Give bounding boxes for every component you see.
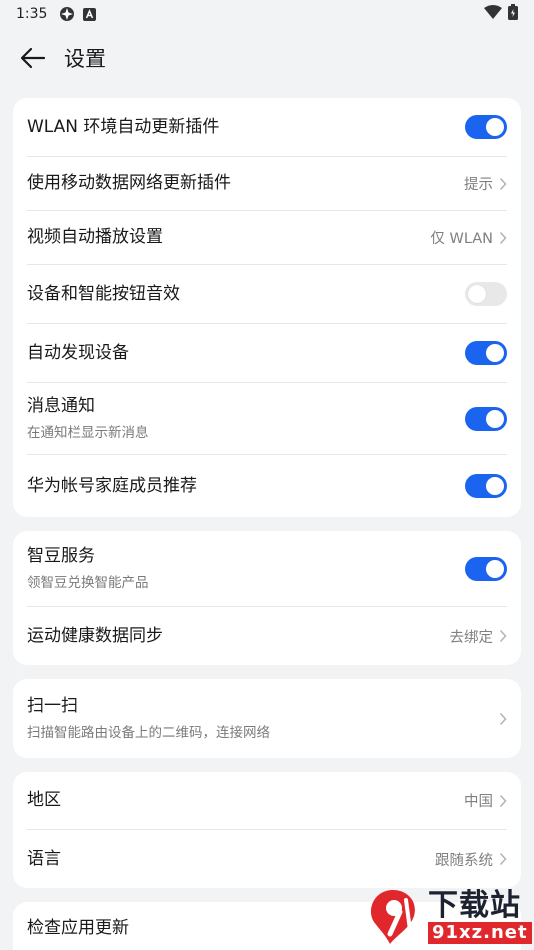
battery-icon [508, 4, 518, 24]
font-notification-icon [83, 7, 97, 21]
back-button[interactable] [20, 38, 60, 78]
chevron-right-icon [499, 852, 507, 866]
row-button-sound[interactable]: 设备和智能按钮音效 [27, 265, 507, 324]
row-scan[interactable]: 扫一扫 扫描智能路由设备上的二维码，连接网络 [27, 679, 507, 758]
status-bar: 1:35 [0, 0, 534, 28]
wlan-auto-update-toggle[interactable] [465, 115, 507, 139]
settings-card-general: WLAN 环境自动更新插件 使用移动数据网络更新插件 提示 视频自动播放设置 仅… [13, 98, 521, 517]
header: 设置 [0, 28, 534, 88]
row-label: 视频自动播放设置 [27, 227, 163, 248]
chevron-right-icon [499, 794, 507, 807]
row-label: 消息通知 [27, 395, 95, 416]
row-label: 运动健康数据同步 [27, 625, 163, 646]
auto-discover-toggle[interactable] [465, 341, 507, 365]
button-sound-toggle[interactable] [465, 282, 507, 306]
zhidou-toggle[interactable] [465, 556, 507, 581]
row-family-recommend[interactable]: 华为帐号家庭成员推荐 [27, 455, 507, 517]
row-health-sync[interactable]: 运动健康数据同步 去绑定 [27, 607, 507, 665]
status-time: 1:35 [16, 6, 48, 22]
settings-card-scan: 扫一扫 扫描智能路由设备上的二维码，连接网络 [13, 679, 521, 758]
settings-card-region: 地区 中国 语言 跟随系统 [13, 772, 521, 888]
row-value: 仅 WLAN [430, 231, 493, 247]
chevron-right-icon [499, 177, 507, 190]
row-value: 跟随系统 [435, 852, 493, 869]
row-subtitle: 在通知栏显示新消息 [27, 425, 149, 442]
row-label: 设备和智能按钮音效 [27, 283, 180, 304]
row-label: 语言 [27, 848, 61, 869]
row-region[interactable]: 地区 中国 [27, 772, 507, 830]
row-label: 华为帐号家庭成员推荐 [27, 475, 197, 496]
row-subtitle: 领智豆兑换智能产品 [27, 575, 149, 592]
chevron-right-icon [499, 231, 507, 244]
notification-toggle[interactable] [465, 406, 507, 431]
row-subtitle: 扫描智能路由设备上的二维码，连接网络 [27, 725, 270, 742]
row-mobile-data-update[interactable]: 使用移动数据网络更新插件 提示 [27, 157, 507, 211]
row-label: 智豆服务 [27, 545, 95, 566]
chevron-right-icon [499, 629, 507, 643]
family-recommend-toggle[interactable] [465, 474, 507, 498]
row-label: 检查应用更新 [27, 917, 129, 938]
wifi-icon [484, 5, 502, 23]
row-value: 去绑定 [449, 629, 494, 646]
row-label: WLAN 环境自动更新插件 [27, 116, 220, 137]
row-language[interactable]: 语言 跟随系统 [27, 830, 507, 888]
row-zhidou[interactable]: 智豆服务 领智豆兑换智能产品 [27, 531, 507, 607]
row-label: 使用移动数据网络更新插件 [27, 173, 231, 194]
row-wlan-auto-update[interactable]: WLAN 环境自动更新插件 [27, 98, 507, 157]
row-notification[interactable]: 消息通知 在通知栏显示新消息 [27, 383, 507, 455]
arrow-left-icon [20, 47, 46, 69]
row-auto-discover[interactable]: 自动发现设备 [27, 324, 507, 383]
row-label: 自动发现设备 [27, 342, 129, 363]
chevron-right-icon [499, 712, 507, 725]
row-value: 提示 [464, 177, 493, 193]
row-video-autoplay[interactable]: 视频自动播放设置 仅 WLAN [27, 211, 507, 265]
settings-card-services: 智豆服务 领智豆兑换智能产品 运动健康数据同步 去绑定 [13, 531, 521, 665]
watermark: 下载站 91xz.net [360, 884, 534, 950]
watermark-logo-icon [370, 890, 415, 944]
watermark-domain: 91xz.net [428, 921, 532, 944]
row-value: 中国 [464, 794, 493, 810]
row-label: 地区 [27, 790, 61, 811]
app-notification-icon [59, 6, 75, 22]
watermark-title: 下载站 [428, 888, 521, 924]
page-title: 设置 [64, 47, 106, 71]
row-label: 扫一扫 [27, 695, 78, 716]
